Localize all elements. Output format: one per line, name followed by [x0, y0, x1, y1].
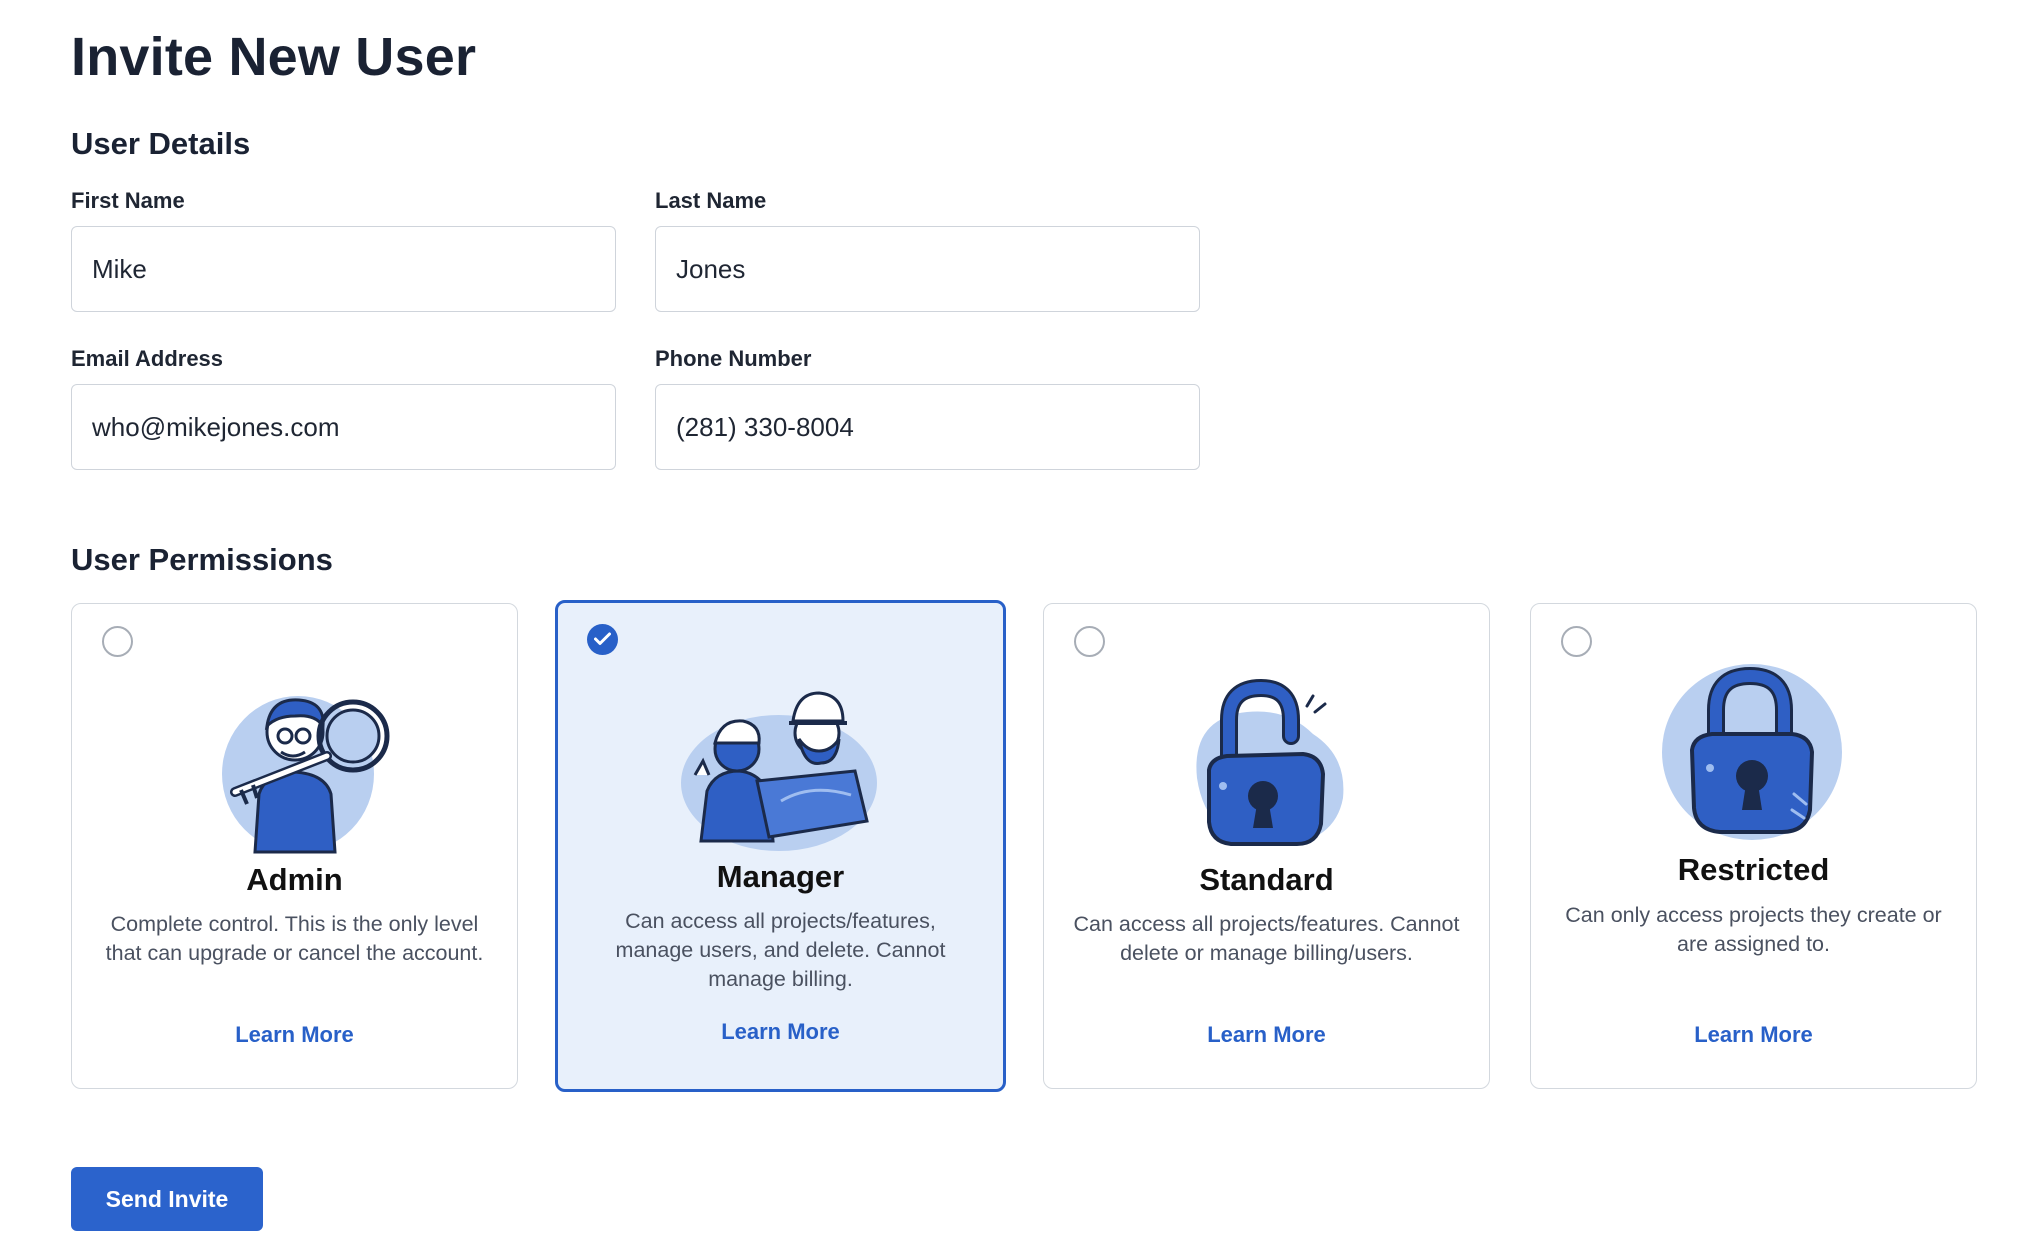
card-title-manager: Manager [716, 859, 845, 894]
first-name-label: First Name [71, 188, 185, 213]
card-description-standard: Can access all projects/features. Cannot… [1073, 912, 1460, 965]
phone-input[interactable] [655, 384, 1200, 470]
open-padlock-illustration [1195, 678, 1343, 846]
person-with-key-illustration [221, 696, 389, 854]
card-description-manager: Can access all projects/features, manage… [615, 909, 946, 991]
first-name-input[interactable] [71, 226, 616, 312]
radio-manager-checked[interactable] [587, 624, 618, 655]
permission-card-restricted[interactable]: Restricted Can only access projects they… [1530, 603, 1977, 1089]
learn-more-restricted-link[interactable]: Learn More [1531, 1022, 1976, 1048]
permission-card-standard[interactable]: Standard Can access all projects/feature… [1043, 603, 1490, 1089]
last-name-field: Last Name [655, 188, 1200, 312]
phone-field: Phone Number [655, 346, 1200, 470]
permission-card-manager[interactable]: Manager Can access all projects/features… [555, 600, 1006, 1092]
card-title-standard: Standard [1199, 862, 1334, 897]
first-name-field: First Name [71, 188, 616, 312]
email-label: Email Address [71, 346, 224, 371]
radio-admin[interactable] [102, 626, 133, 657]
learn-more-admin-link[interactable]: Learn More [72, 1022, 517, 1048]
phone-label: Phone Number [655, 346, 812, 371]
invite-user-page: Invite New User User Details First Name … [0, 0, 2022, 1242]
radio-restricted[interactable] [1561, 626, 1592, 657]
last-name-input[interactable] [655, 226, 1200, 312]
send-invite-button[interactable]: Send Invite [71, 1167, 263, 1231]
permission-card-admin[interactable]: Admin Complete control. This is the only… [71, 603, 518, 1089]
page-title: Invite New User [71, 27, 477, 87]
user-details-heading: User Details [71, 126, 251, 161]
user-permissions-heading: User Permissions [71, 542, 333, 577]
checkmark-icon [594, 632, 611, 645]
closed-padlock-illustration [1661, 664, 1842, 840]
learn-more-manager-link[interactable]: Learn More [558, 1019, 1003, 1045]
last-name-label: Last Name [655, 188, 767, 213]
card-title-restricted: Restricted [1677, 852, 1830, 887]
email-field: Email Address [71, 346, 616, 470]
email-input[interactable] [71, 384, 616, 470]
card-title-admin: Admin [246, 862, 343, 897]
card-description-restricted: Can only access projects they create or … [1565, 903, 1942, 956]
learn-more-standard-link[interactable]: Learn More [1044, 1022, 1489, 1048]
radio-standard[interactable] [1074, 626, 1105, 657]
card-description-admin: Complete control. This is the only level… [105, 912, 484, 965]
workers-with-blueprint-illustration [680, 691, 877, 851]
